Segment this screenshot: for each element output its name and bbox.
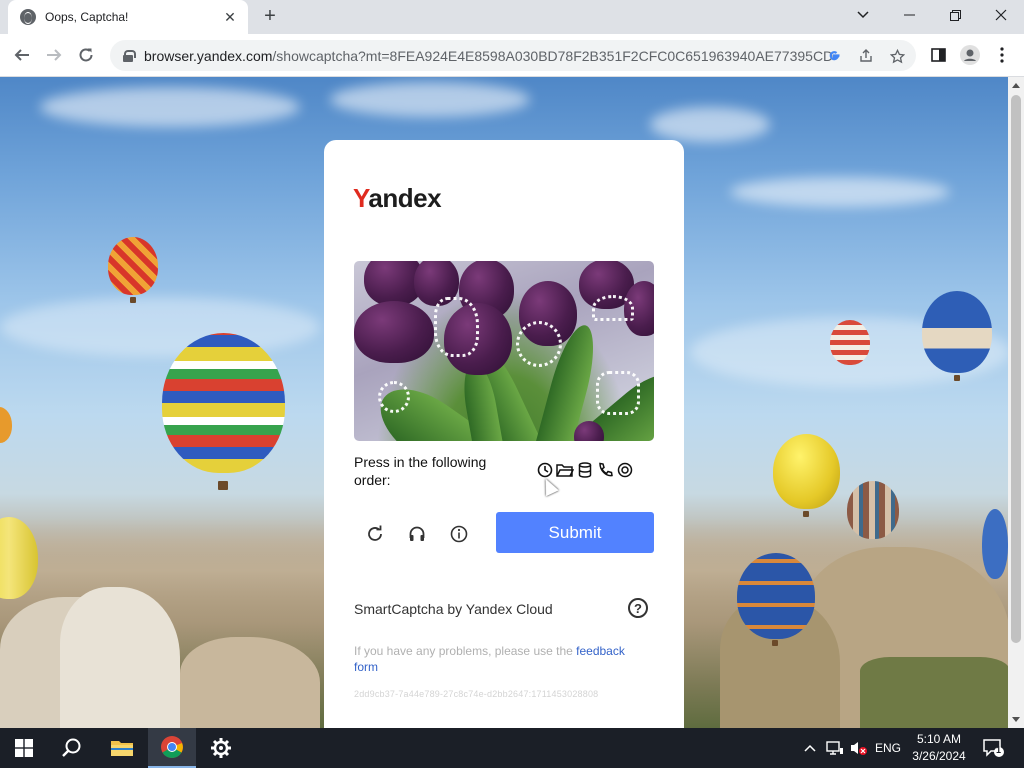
- language-indicator[interactable]: ENG: [872, 728, 904, 768]
- submit-button[interactable]: Submit: [496, 512, 654, 553]
- tab-title: Oops, Captcha!: [45, 10, 129, 24]
- profile-avatar-icon[interactable]: [957, 42, 983, 68]
- back-arrow-icon[interactable]: [9, 42, 35, 68]
- browser-menu-icon[interactable]: [989, 42, 1015, 68]
- captcha-glyph-clock[interactable]: [516, 321, 562, 367]
- url-path: /showcaptcha?mt=8FEA924E4E8598A030BD78F2…: [272, 47, 834, 64]
- settings-gear-icon[interactable]: [197, 728, 245, 768]
- system-clock[interactable]: 5:10 AM 3/26/2024: [908, 731, 970, 765]
- windows-start-icon[interactable]: [0, 728, 48, 768]
- reload-icon[interactable]: [73, 42, 99, 68]
- globe-icon: [20, 9, 36, 25]
- share-icon[interactable]: [856, 46, 876, 66]
- page-viewport: Yandex Press in the following order: Sub…: [0, 77, 1008, 728]
- captcha-instruction: Press in the following order:: [354, 454, 487, 488]
- info-icon[interactable]: [447, 522, 471, 546]
- browser-toolbar: browser.yandex.com/showcaptcha?mt=8FEA92…: [0, 34, 1024, 77]
- hot-air-balloon: [0, 407, 12, 443]
- page-scrollbar[interactable]: [1008, 77, 1024, 728]
- hot-air-balloon: [773, 434, 840, 509]
- address-bar[interactable]: browser.yandex.com/showcaptcha?mt=8FEA92…: [110, 40, 916, 71]
- feedback-note: If you have any problems, please use the…: [354, 643, 644, 675]
- close-window-button[interactable]: [979, 0, 1023, 30]
- clock-date: 3/26/2024: [912, 749, 966, 763]
- captcha-glyph-target[interactable]: [378, 381, 410, 413]
- notification-center-icon[interactable]: 1: [978, 728, 1008, 768]
- yandex-logo: Yandex: [353, 183, 442, 213]
- tab-strip: Oops, Captcha! ✕ +: [0, 0, 1024, 34]
- phone-icon: [596, 461, 614, 479]
- restore-button[interactable]: [933, 0, 977, 30]
- file-explorer-icon[interactable]: [98, 728, 146, 768]
- network-icon[interactable]: [825, 728, 845, 768]
- hot-air-balloon: [108, 237, 158, 295]
- bookmark-star-icon[interactable]: [887, 46, 907, 66]
- hot-air-balloon: [162, 333, 285, 473]
- side-panel-icon[interactable]: [925, 42, 951, 68]
- minimize-button[interactable]: [887, 0, 931, 30]
- new-tab-button[interactable]: +: [259, 6, 281, 28]
- hot-air-balloon: [830, 320, 870, 365]
- search-icon[interactable]: [48, 728, 96, 768]
- address-url[interactable]: browser.yandex.com/showcaptcha?mt=8FEA92…: [144, 48, 834, 64]
- captcha-glyph-phone[interactable]: [592, 295, 634, 321]
- captcha-glyph-folder[interactable]: [434, 297, 479, 357]
- request-id: 2dd9cb37-7a44e789-27c8c74e-d2bb2647:1711…: [354, 689, 599, 699]
- captcha-card: Yandex Press in the following order: Sub…: [324, 140, 684, 728]
- notification-count: 1: [996, 745, 1002, 755]
- clock-time: 5:10 AM: [916, 732, 962, 746]
- hot-air-balloon: [847, 481, 899, 539]
- hot-air-balloon: [922, 291, 992, 373]
- google-translate-icon[interactable]: [824, 46, 844, 66]
- forward-arrow-icon[interactable]: [41, 42, 67, 68]
- feedback-text: If you have any problems, please use the: [354, 644, 577, 658]
- tab-active[interactable]: Oops, Captcha! ✕: [8, 0, 248, 34]
- scroll-up-arrow-icon[interactable]: [1012, 83, 1020, 88]
- refresh-icon[interactable]: [363, 522, 387, 546]
- audio-headphones-icon[interactable]: [405, 522, 429, 546]
- database-icon: [576, 461, 594, 479]
- hot-air-balloon: [982, 509, 1008, 579]
- hot-air-balloon: [737, 553, 815, 639]
- help-icon[interactable]: ?: [628, 598, 648, 618]
- chrome-icon[interactable]: [148, 728, 196, 768]
- url-host: browser.yandex.com: [144, 47, 273, 64]
- captcha-brand: SmartCaptcha by Yandex Cloud: [354, 601, 553, 617]
- captcha-image[interactable]: [354, 261, 654, 441]
- scroll-down-arrow-icon[interactable]: [1012, 717, 1020, 722]
- tray-overflow-chevron-icon[interactable]: [801, 728, 819, 768]
- tab-close-icon[interactable]: ✕: [222, 9, 238, 25]
- windows-taskbar: ENG 5:10 AM 3/26/2024 1: [0, 728, 1024, 768]
- tab-search-chevron-icon[interactable]: [841, 0, 885, 30]
- target-icon: [616, 461, 634, 479]
- volume-muted-icon[interactable]: [849, 728, 869, 768]
- folder-icon: [556, 461, 574, 479]
- captcha-glyph-database[interactable]: [596, 371, 640, 415]
- lock-icon[interactable]: [122, 49, 136, 62]
- scroll-thumb[interactable]: [1011, 95, 1021, 643]
